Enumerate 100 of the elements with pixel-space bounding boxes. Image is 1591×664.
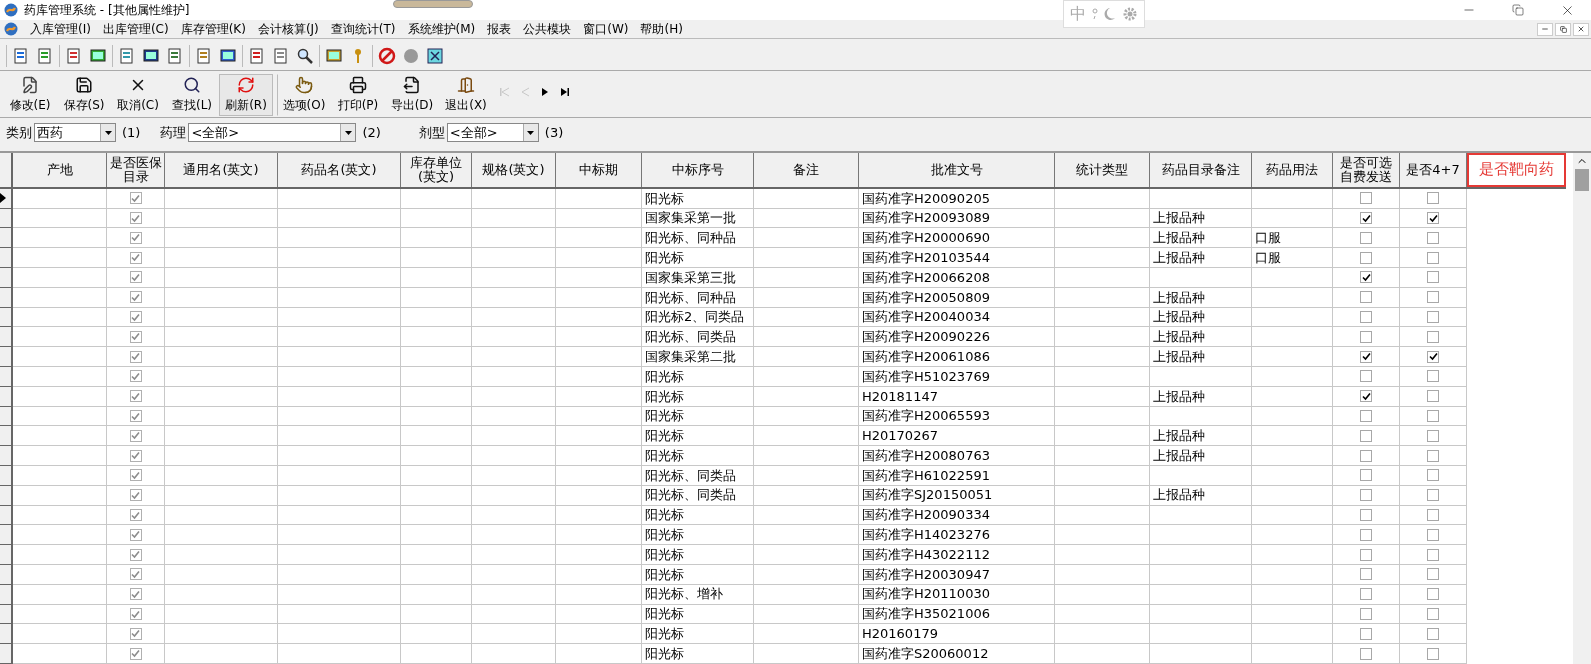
column-header[interactable]: 中标序号 xyxy=(642,153,754,187)
checkbox[interactable] xyxy=(1427,647,1439,660)
checkbox[interactable] xyxy=(1360,469,1372,482)
checkbox[interactable] xyxy=(129,212,142,225)
toolbar-button[interactable]: 打印(P) xyxy=(331,73,385,116)
toolbar-button[interactable]: 导出(D) xyxy=(385,73,439,116)
checkbox[interactable] xyxy=(129,291,142,304)
checkbox[interactable] xyxy=(1427,469,1439,482)
checkbox[interactable] xyxy=(1360,271,1372,284)
checkbox[interactable] xyxy=(129,489,142,502)
checkbox[interactable] xyxy=(1427,350,1439,363)
checkbox[interactable] xyxy=(129,350,142,363)
column-header[interactable]: 是否医保目录 xyxy=(107,153,165,187)
checkbox[interactable] xyxy=(1360,608,1372,620)
menu-item[interactable]: 系统维护(M) xyxy=(401,20,482,38)
checkbox[interactable] xyxy=(1427,608,1439,620)
checkbox[interactable] xyxy=(1360,370,1372,383)
checkbox[interactable] xyxy=(1360,330,1372,343)
checkbox[interactable] xyxy=(1427,588,1439,601)
checkbox[interactable] xyxy=(1360,509,1372,521)
checkbox[interactable] xyxy=(129,548,142,561)
menu-item[interactable]: 窗口(W) xyxy=(577,20,635,38)
checkbox[interactable] xyxy=(1360,390,1372,403)
checkbox[interactable] xyxy=(1427,548,1439,561)
toolbar-button[interactable]: 修改(E) xyxy=(3,73,57,116)
column-header[interactable]: 库存单位(英文) xyxy=(401,153,472,187)
column-header[interactable]: 药品名(英文) xyxy=(278,153,401,187)
checkbox[interactable] xyxy=(129,410,142,423)
checkbox[interactable] xyxy=(1360,548,1372,561)
scrollbar[interactable] xyxy=(1573,153,1591,664)
checkbox[interactable] xyxy=(129,449,142,462)
checkbox[interactable] xyxy=(1360,489,1372,502)
checkbox[interactable] xyxy=(129,330,142,343)
menu-item[interactable]: 帮助(H) xyxy=(634,20,689,38)
checkbox[interactable] xyxy=(129,627,142,640)
checkbox[interactable] xyxy=(1360,251,1372,264)
toolbar-button[interactable]: 刷新(R) xyxy=(219,73,273,116)
checkbox[interactable] xyxy=(1427,429,1439,442)
menu-item[interactable]: 公共模块 xyxy=(517,20,578,38)
checkbox[interactable] xyxy=(129,647,142,660)
checkbox[interactable] xyxy=(1427,311,1439,324)
column-header[interactable]: 备注 xyxy=(754,153,859,187)
mdi-restore-button[interactable] xyxy=(1555,22,1571,36)
checkbox[interactable] xyxy=(129,271,142,284)
scrollbar-thumb[interactable] xyxy=(1575,169,1589,191)
column-header[interactable]: 产地 xyxy=(13,153,107,187)
checkbox[interactable] xyxy=(1427,192,1439,205)
screen-icon[interactable] xyxy=(142,46,160,65)
checkbox[interactable] xyxy=(1427,627,1439,640)
checkbox[interactable] xyxy=(1360,588,1372,601)
column-header[interactable]: 药品用法 xyxy=(1252,153,1333,187)
close-box-icon[interactable] xyxy=(426,46,444,65)
checkbox[interactable] xyxy=(1427,489,1439,502)
prohibited-icon[interactable] xyxy=(378,46,396,65)
checkbox[interactable] xyxy=(1360,449,1372,462)
column-header[interactable]: 是否靶向药 xyxy=(1467,153,1566,187)
checkbox[interactable] xyxy=(1360,627,1372,640)
filter-dropdown[interactable]: <全部> xyxy=(446,123,539,142)
checkbox[interactable] xyxy=(1427,410,1439,423)
column-header[interactable]: 药品目录备注 xyxy=(1150,153,1252,187)
document-icon[interactable] xyxy=(272,46,290,65)
menu-item[interactable]: 查询统计(T) xyxy=(324,20,402,38)
checkbox[interactable] xyxy=(129,370,142,383)
checkbox[interactable] xyxy=(1427,568,1439,581)
checkbox[interactable] xyxy=(1360,410,1372,423)
menu-item[interactable]: 入库管理(I) xyxy=(24,20,97,38)
column-header[interactable]: 中标期 xyxy=(556,153,642,187)
checkbox[interactable] xyxy=(1360,192,1372,205)
toolbar-button[interactable]: 保存(S) xyxy=(57,73,111,116)
checkbox[interactable] xyxy=(1360,350,1372,363)
checkbox[interactable] xyxy=(1427,231,1439,244)
mdi-close-button[interactable] xyxy=(1573,22,1589,36)
disc-icon[interactable] xyxy=(402,46,420,65)
menu-item[interactable]: 库存管理(K) xyxy=(174,20,252,38)
checkbox[interactable] xyxy=(129,509,142,521)
toolbar-button[interactable]: 选项(O) xyxy=(277,73,331,116)
magnifier-icon[interactable] xyxy=(296,46,314,65)
checkbox[interactable] xyxy=(129,251,142,264)
column-header[interactable]: 通用名(英文) xyxy=(165,153,278,187)
checkbox[interactable] xyxy=(129,588,142,601)
checkbox[interactable] xyxy=(129,311,142,324)
checkbox[interactable] xyxy=(1360,647,1372,660)
checkbox[interactable] xyxy=(129,528,142,541)
checkbox[interactable] xyxy=(1360,429,1372,442)
checkbox[interactable] xyxy=(129,429,142,442)
checkbox[interactable] xyxy=(1427,212,1439,225)
checkbox[interactable] xyxy=(1360,291,1372,304)
toolbar-button[interactable]: 取消(C) xyxy=(111,73,165,116)
checkbox[interactable] xyxy=(1427,509,1439,521)
column-header[interactable]: 批准文号 xyxy=(859,153,1055,187)
checkbox[interactable] xyxy=(129,568,142,581)
checkbox[interactable] xyxy=(1427,251,1439,264)
checkbox[interactable] xyxy=(129,608,142,620)
checkbox[interactable] xyxy=(129,469,142,482)
checkbox[interactable] xyxy=(1427,271,1439,284)
last-record-icon[interactable] xyxy=(559,86,571,97)
checkbox[interactable] xyxy=(1427,291,1439,304)
checkbox[interactable] xyxy=(1360,568,1372,581)
checkbox[interactable] xyxy=(1360,212,1372,225)
drag-handle[interactable] xyxy=(393,0,473,8)
